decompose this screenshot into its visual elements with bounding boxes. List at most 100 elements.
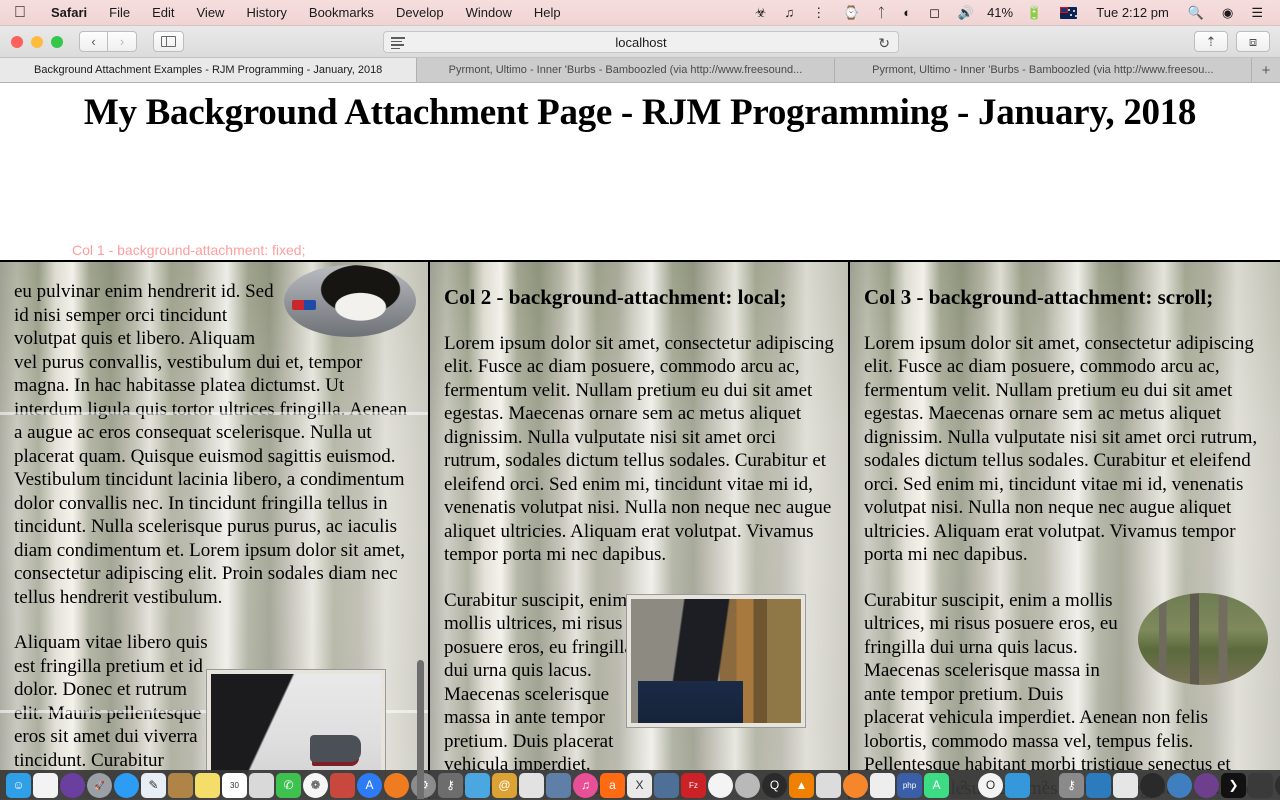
column-2-paragraph-1: Lorem ipsum dolor sit amet, consectetur … <box>444 332 834 566</box>
notes-icon[interactable] <box>195 772 220 798</box>
keys-icon[interactable]: ⚷ <box>1059 772 1084 798</box>
sublime-icon[interactable] <box>1167 772 1192 798</box>
new-tab-button[interactable]: + <box>1251 58 1280 82</box>
siri-icon[interactable]: ◉ <box>1213 0 1242 26</box>
battery-charging-icon[interactable]: 🔋 <box>1017 0 1051 26</box>
menu-item-help[interactable]: Help <box>523 5 572 20</box>
app-grid-icon[interactable] <box>330 772 355 798</box>
forward-button[interactable]: › <box>108 31 137 52</box>
menu-item-develop[interactable]: Develop <box>385 5 455 20</box>
show-all-tabs-button[interactable]: ⧈ <box>1236 31 1270 52</box>
menu-item-edit[interactable]: Edit <box>141 5 185 20</box>
itunes-icon[interactable]: ♫ <box>573 772 598 798</box>
notification-center-icon[interactable]: ☰ <box>1242 0 1272 26</box>
menu-item-history[interactable]: History <box>235 5 297 20</box>
remote-desktop-icon[interactable] <box>654 772 679 798</box>
preview-document-icon[interactable] <box>33 772 58 798</box>
back-button[interactable]: ‹ <box>79 31 108 52</box>
menu-item-bookmarks[interactable]: Bookmarks <box>298 5 385 20</box>
unknown-app-2-icon[interactable]: ? <box>1032 773 1057 798</box>
image-capture-icon[interactable] <box>546 772 571 798</box>
calendar-icon[interactable]: 30 <box>222 772 247 798</box>
textedit-icon[interactable]: ✎ <box>141 772 166 798</box>
xamarin-icon[interactable] <box>1005 772 1030 798</box>
blue-car-photo <box>627 595 805 727</box>
water-drop-icon[interactable]: ◉ <box>1275 772 1280 798</box>
dictation-icon[interactable]: ⋮ <box>803 0 834 26</box>
dock-icon-glyph: ☺ <box>12 778 25 792</box>
menu-item-window[interactable]: Window <box>455 5 523 20</box>
australia-flag-icon[interactable] <box>1051 0 1086 26</box>
komodo-icon[interactable] <box>735 772 760 798</box>
paint-app-icon[interactable] <box>519 772 544 798</box>
launchpad-icon[interactable]: 🚀 <box>87 772 112 798</box>
menu-item-view[interactable]: View <box>186 5 236 20</box>
reader-view-icon[interactable] <box>391 37 405 49</box>
airplay-audio-icon[interactable]: ☣ <box>746 0 776 26</box>
reload-icon[interactable]: ↻ <box>878 35 890 52</box>
android-studio-icon[interactable]: A <box>924 772 949 798</box>
avast-icon[interactable]: a <box>600 772 625 798</box>
facetime-icon[interactable]: ✆ <box>276 772 301 798</box>
minimize-window-button[interactable] <box>31 35 43 48</box>
ibooks-icon[interactable] <box>384 772 409 798</box>
dock-icon-glyph: ❁ <box>310 778 321 792</box>
menu-bar-clock[interactable]: Tue 2:12 pm <box>1086 5 1179 20</box>
search-icon[interactable]: 🔍 <box>1179 0 1213 26</box>
chrome-icon[interactable] <box>708 772 733 798</box>
quicktime-icon[interactable]: Q <box>762 772 787 798</box>
browser-toolbar: ‹ › localhost ↻ ⇡ ⧈ <box>0 26 1280 58</box>
photo-booth-icon[interactable] <box>249 772 274 798</box>
menu-item-safari[interactable]: Safari <box>40 5 98 20</box>
dock-icon-glyph: 🚀 <box>94 780 105 790</box>
color-balls-icon[interactable] <box>1248 772 1273 798</box>
siri-icon[interactable] <box>60 772 85 798</box>
column-2-heading: Col 2 - background-attachment: local; <box>444 285 787 309</box>
safari-icon[interactable] <box>114 772 139 798</box>
contacts-icon[interactable] <box>168 772 193 798</box>
airplay-display-icon[interactable]: ◻ <box>920 0 949 26</box>
unknown-app-icon[interactable]: ? <box>951 773 976 798</box>
automator-icon[interactable]: @ <box>492 772 517 798</box>
dock-icon-glyph: Q <box>769 778 780 792</box>
tab-background-attachment-examples[interactable]: Background Attachment Examples - RJM Pro… <box>0 58 418 82</box>
window-controls <box>11 35 63 48</box>
apple-logo-icon[interactable]:  <box>14 4 26 21</box>
sidebar-toggle-button[interactable] <box>153 31 184 52</box>
xquartz-icon[interactable]: X <box>627 772 652 798</box>
column-3-scroll[interactable]: Col 3 - background-attachment: scroll; L… <box>850 262 1280 799</box>
app-store-icon[interactable]: A <box>357 772 382 798</box>
time-machine-icon[interactable]: ⌚ <box>834 0 868 26</box>
xcode-package-icon[interactable] <box>816 772 841 798</box>
tab-pyrmont-ultimo-2[interactable]: Pyrmont, Ultimo - Inner 'Burbs - Bambooz… <box>834 58 1252 82</box>
photos-icon[interactable]: ❁ <box>303 772 328 798</box>
vs-code-icon[interactable] <box>1086 772 1111 798</box>
share-button[interactable]: ⇡ <box>1194 31 1228 52</box>
close-window-button[interactable] <box>11 35 23 48</box>
github-icon[interactable] <box>1194 772 1219 798</box>
dock-icon-glyph: ✆ <box>283 778 294 792</box>
menu-item-file[interactable]: File <box>98 5 141 20</box>
tab-pyrmont-ultimo-1[interactable]: Pyrmont, Ultimo - Inner 'Burbs - Bambooz… <box>417 58 835 82</box>
spotify-icon[interactable] <box>1140 772 1165 798</box>
keychain-access-icon[interactable]: ⚷ <box>438 772 463 798</box>
firefox-icon[interactable] <box>843 772 868 798</box>
finder-icon[interactable]: ☺ <box>6 772 31 798</box>
address-bar[interactable]: localhost ↻ <box>383 31 899 53</box>
column-1-scrollbar[interactable] <box>417 660 424 799</box>
sound-mute-icon[interactable]: ♫ <box>775 0 803 26</box>
utilities-folder-icon[interactable] <box>465 772 490 798</box>
column-2-local[interactable]: Col 2 - background-attachment: local; Lo… <box>430 262 850 799</box>
opera-icon[interactable]: O <box>978 772 1003 798</box>
vlc-icon[interactable]: ▲ <box>789 772 814 798</box>
news-icon[interactable] <box>1113 772 1138 798</box>
volume-icon[interactable]: 🔊 <box>949 0 983 26</box>
cards-icon[interactable] <box>870 772 895 798</box>
terminal-icon[interactable]: ❯ <box>1221 772 1246 798</box>
filezilla-icon[interactable]: Fz <box>681 772 706 798</box>
php-storm-icon[interactable]: php <box>897 772 922 798</box>
column-1-fixed[interactable]: eu pulvinar enim hendrerit id. Sed id ni… <box>0 262 430 799</box>
wifi-icon[interactable]: ◐ <box>894 0 920 26</box>
zoom-window-button[interactable] <box>51 35 63 48</box>
bluetooth-icon[interactable]: ᛏ <box>868 0 894 26</box>
